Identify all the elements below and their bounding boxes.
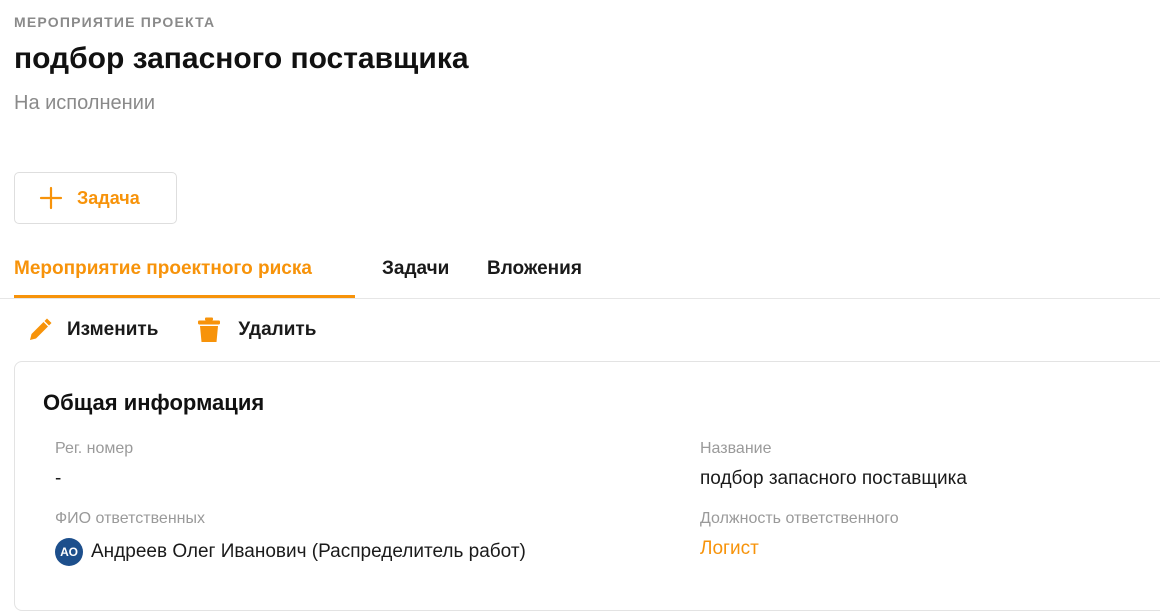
general-info-card: Общая информация Рег. номер - ФИО ответс…: [14, 361, 1160, 611]
responsible-label: ФИО ответственных: [55, 510, 205, 527]
responsible-value: АО Андреев Олег Иванович (Распределитель…: [55, 538, 526, 566]
reg-number-value: -: [55, 468, 62, 489]
delete-button[interactable]: Удалить: [195, 316, 316, 344]
page-overline: МЕРОПРИЯТИЕ ПРОЕКТА: [14, 14, 216, 30]
position-link[interactable]: Логист: [700, 538, 759, 560]
tab-attachments[interactable]: Вложения: [487, 250, 582, 297]
tab-tasks[interactable]: Задачи: [382, 250, 449, 297]
edit-button[interactable]: Изменить: [24, 316, 158, 344]
name-value: подбор запасного поставщика: [700, 468, 967, 489]
add-task-label: Задача: [77, 187, 140, 208]
name-label: Название: [700, 440, 772, 457]
trash-icon: [198, 317, 221, 342]
tab-bar: Мероприятие проектного риска Задачи Влож…: [0, 250, 1160, 299]
card-title: Общая информация: [43, 390, 265, 415]
add-task-button[interactable]: Задача: [14, 172, 177, 224]
responsible-name: Андреев Олег Иванович (Распределитель ра…: [91, 541, 526, 562]
plus-icon: [39, 186, 63, 210]
edit-label: Изменить: [67, 319, 159, 340]
reg-number-label: Рег. номер: [55, 440, 134, 457]
avatar: АО: [55, 538, 83, 566]
position-label: Должность ответственного: [700, 510, 899, 527]
pencil-icon: [30, 318, 52, 340]
status-text: На исполнении: [14, 92, 156, 114]
action-toolbar: Изменить Удалить: [24, 314, 316, 346]
delete-label: Удалить: [238, 319, 317, 340]
page-title: подбор запасного поставщика: [14, 42, 469, 75]
tab-project-risk-measure[interactable]: Мероприятие проектного риска: [14, 250, 355, 298]
